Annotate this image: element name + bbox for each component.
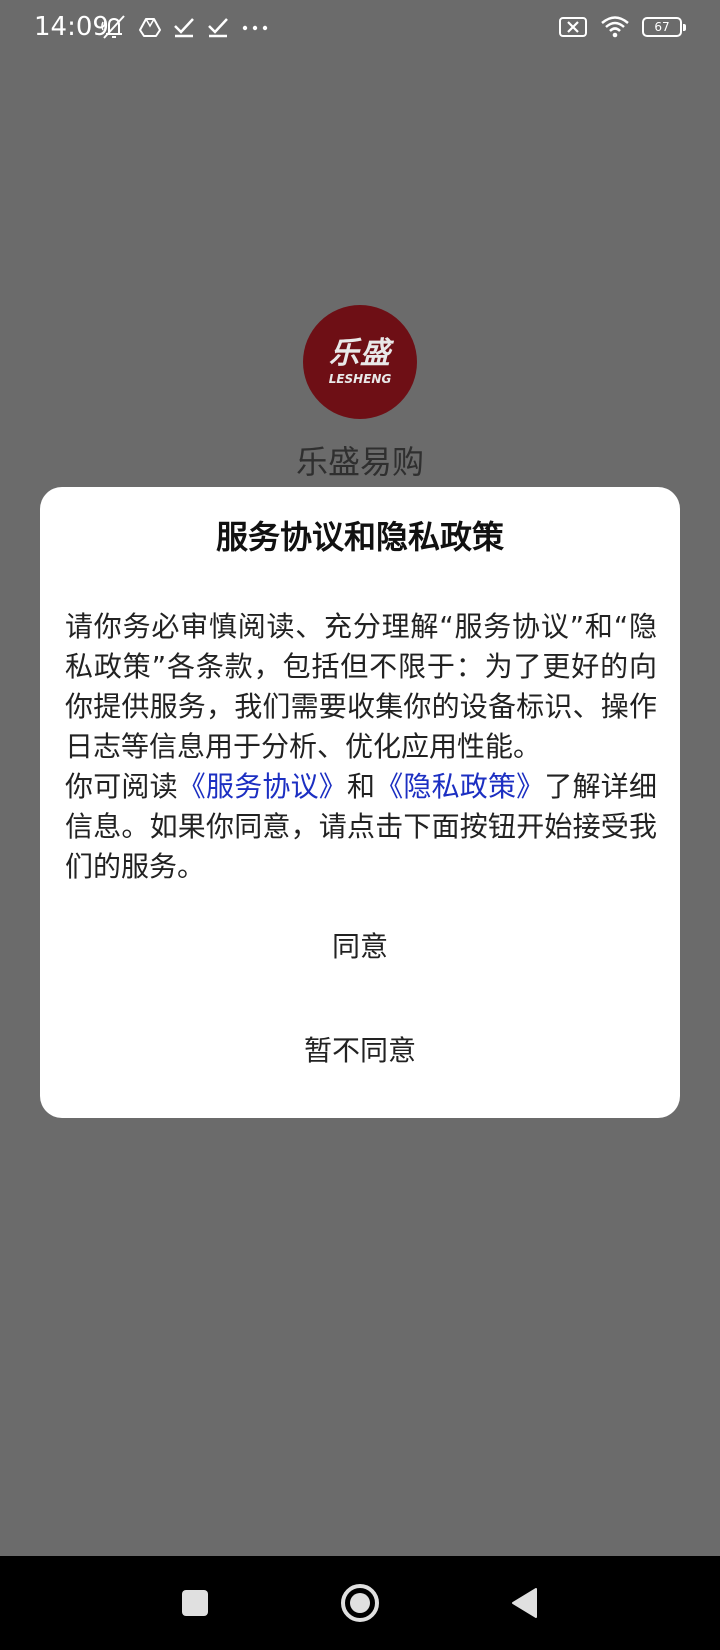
navigation-bar: [0, 1556, 720, 1650]
back-triangle-icon: [512, 1588, 537, 1618]
battery-icon: 67: [642, 17, 686, 37]
dialog-body: 请你务必审慎阅读、充分理解“服务协议”和“隐私政策”各条款，包括但不限于：为了更…: [65, 607, 657, 887]
recents-square-icon: [182, 1590, 208, 1616]
disagree-button[interactable]: 暂不同意: [40, 1031, 680, 1071]
more-dots-icon: [242, 25, 268, 31]
home-circle-icon: [341, 1584, 379, 1622]
service-agreement-link[interactable]: 《服务协议》: [178, 770, 347, 803]
check-icon: [174, 18, 194, 38]
status-right-icons: 67: [558, 12, 686, 42]
no-sim-icon: [559, 17, 587, 37]
drive-icon: [139, 18, 161, 37]
privacy-dialog: 服务协议和隐私政策 请你务必审慎阅读、充分理解“服务协议”和“隐私政策”各条款，…: [40, 487, 680, 1118]
dialog-paragraph-2: 你可阅读《服务协议》和《隐私政策》了解详细信息。如果你同意，请点击下面按钮开始接…: [65, 767, 657, 887]
check-icon: [208, 18, 228, 38]
home-button[interactable]: [335, 1578, 385, 1628]
muted-bell-icon: [101, 15, 125, 39]
status-time: 14:09: [34, 12, 109, 42]
privacy-policy-link[interactable]: 《隐私政策》: [375, 770, 544, 803]
dialog-paragraph-1: 请你务必审慎阅读、充分理解“服务协议”和“隐私政策”各条款，包括但不限于：为了更…: [65, 610, 657, 763]
battery-level: 67: [654, 20, 670, 34]
recents-button[interactable]: [170, 1578, 220, 1628]
logo-text-en: LESHENG: [328, 372, 392, 386]
dialog-title: 服务协议和隐私政策: [215, 518, 504, 556]
status-bar: 14:09 67: [0, 0, 720, 54]
app-name: 乐盛易购: [295, 443, 424, 481]
p2-and: 和: [346, 770, 376, 803]
wifi-icon: [601, 16, 629, 38]
agree-button[interactable]: 同意: [40, 927, 680, 967]
back-button[interactable]: [500, 1578, 550, 1628]
status-left-icons: [100, 12, 270, 42]
logo-text-cn: 乐盛: [329, 336, 391, 371]
p2-prefix: 你可阅读: [65, 770, 178, 803]
app-logo: 乐盛 LESHENG: [303, 305, 417, 419]
